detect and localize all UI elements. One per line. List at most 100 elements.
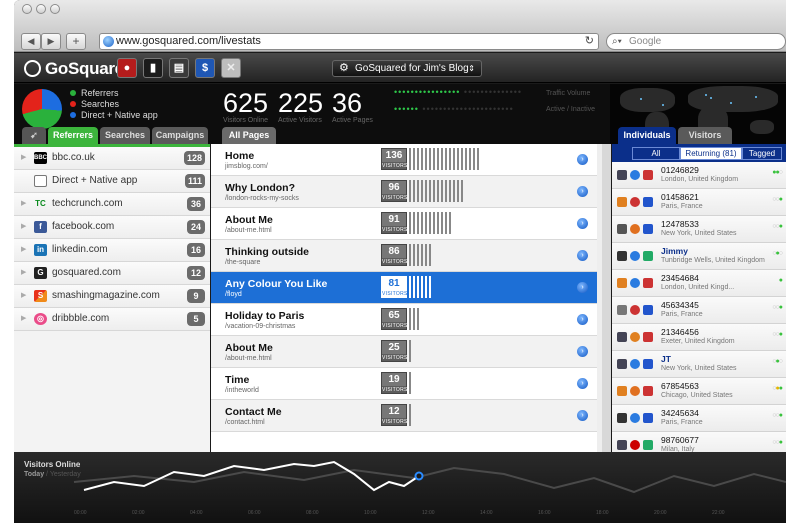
referrer-row[interactable]: ▶ f facebook.com 24 xyxy=(14,216,210,239)
flag-icon xyxy=(643,305,653,315)
page-row-partial[interactable] xyxy=(211,432,597,452)
referrer-row[interactable]: ▶ ◎ dribbble.com 5 xyxy=(14,308,210,331)
arrow-right-icon[interactable]: › xyxy=(577,186,588,197)
filter-returning[interactable]: Returning (81) xyxy=(680,147,742,160)
individual-id: 23454684 xyxy=(661,273,699,283)
expand-arrow-icon[interactable]: ▶ xyxy=(21,153,26,161)
os-icon xyxy=(617,332,627,342)
page-row[interactable]: Home jimsblog.com/136 VISITORS › xyxy=(211,144,597,176)
arrow-right-icon[interactable]: › xyxy=(577,250,588,261)
bird-icon: ➹ xyxy=(30,130,38,140)
expand-arrow-icon[interactable]: ▶ xyxy=(21,314,26,322)
tab-visitors[interactable]: Visitors xyxy=(678,127,732,144)
close-app-icon[interactable]: ✕ xyxy=(221,58,241,78)
legend-referrers: Referrers xyxy=(70,88,119,98)
page-row[interactable]: Thinking outside/the-square 86 VISITORS › xyxy=(211,240,597,272)
individual-row[interactable]: JT New York, United States ○●○ xyxy=(612,351,786,378)
tab-individuals[interactable]: Individuals xyxy=(618,127,676,144)
arrow-right-icon[interactable]: › xyxy=(577,346,588,357)
individual-id: 12478533 xyxy=(661,219,699,229)
individuals-panel: All Returning (81) Tagged 01246829 London… xyxy=(612,144,786,452)
collapse-tab[interactable]: ➹ xyxy=(22,127,46,144)
tab-searches[interactable]: Searches xyxy=(100,127,150,144)
individual-location: Paris, France xyxy=(661,311,703,318)
arrow-right-icon[interactable]: › xyxy=(577,218,588,229)
visitors-graph-svg xyxy=(73,460,786,494)
individuals-filter-bar: All Returning (81) Tagged xyxy=(612,144,786,162)
visitors-online-stat: 625 Visitors Online xyxy=(223,88,268,124)
individual-row[interactable]: 34245634 Paris, France ○○● xyxy=(612,405,786,432)
cash-app-icon[interactable]: $ xyxy=(195,58,215,78)
globe-icon xyxy=(103,36,114,47)
individual-location: New York, United States xyxy=(661,230,737,237)
filter-all[interactable]: All xyxy=(632,147,680,160)
arrow-right-icon[interactable]: › xyxy=(577,282,588,293)
dribbble-icon: ◎ xyxy=(34,313,47,325)
individual-row[interactable]: 98760677 Milan, Italy ○○● xyxy=(612,432,786,452)
referrer-row[interactable]: ▶ BBC bbc.co.uk 128 xyxy=(14,147,210,170)
arrow-right-icon[interactable]: › xyxy=(577,378,588,389)
expand-arrow-icon[interactable]: ▶ xyxy=(21,222,26,230)
referrer-row[interactable]: Direct + Native app 111 xyxy=(14,170,210,193)
address-bar[interactable]: www.gosquared.com/livestats ↻ xyxy=(99,33,599,50)
expand-arrow-icon[interactable]: ▶ xyxy=(21,291,26,299)
record-app-icon[interactable]: ● xyxy=(117,58,137,78)
zoom-window-button[interactable] xyxy=(50,4,60,14)
window-icon xyxy=(34,175,47,187)
individual-row[interactable]: Jimmy Tunbridge Wells, United Kingdom ○●○ xyxy=(612,243,786,270)
visitor-count-badge: 81 VISITORS xyxy=(381,276,408,298)
status-dots-icon: ○○● xyxy=(772,331,783,338)
page-row[interactable]: Why London?/london-rocks-my-socks 96 VISIT… xyxy=(211,176,597,208)
graph-range-toggle[interactable]: Today / Yesterday xyxy=(24,471,81,478)
individual-location: Tunbridge Wells, United Kingdom xyxy=(661,257,765,264)
individual-row[interactable]: 12478533 New York, United States ○○● xyxy=(612,216,786,243)
back-button[interactable]: ◀ xyxy=(21,33,41,50)
flag-icon xyxy=(643,251,653,261)
page-row[interactable]: Time/intheworld 19 VISITORS › xyxy=(211,368,597,400)
individual-row[interactable]: 01246829 London, United Kingdom ●●○ xyxy=(612,162,786,189)
pages-app-icon[interactable]: ▤ xyxy=(169,58,189,78)
minimize-window-button[interactable] xyxy=(36,4,46,14)
active-visitors-value: 225 xyxy=(278,88,324,118)
visitor-count-badge: 136 VISITORS xyxy=(381,148,408,170)
traffic-volume-label: Traffic Volume xyxy=(546,90,591,97)
individual-row[interactable]: 21346456 Exeter, United Kingdom ○○● xyxy=(612,324,786,351)
close-window-button[interactable] xyxy=(22,4,32,14)
arrow-right-icon[interactable]: › xyxy=(577,314,588,325)
referrers-list: ▶ BBC bbc.co.uk 128 Direct + Native app 111 … xyxy=(14,144,210,452)
individual-row[interactable]: 01458621 Paris, France ○○● xyxy=(612,189,786,216)
reload-icon[interactable]: ↻ xyxy=(585,34,594,49)
individual-row[interactable]: 23454684 London, United Kingd... ● xyxy=(612,270,786,297)
visitor-count-badge: 91 VISITORS xyxy=(381,212,408,234)
referrer-row[interactable]: ▶ Ggosquared.com 12 xyxy=(14,262,210,285)
add-bookmark-button[interactable]: + xyxy=(66,33,86,50)
tab-all-pages[interactable]: All Pages xyxy=(222,127,276,144)
arrow-right-icon[interactable]: › xyxy=(577,410,588,421)
referrer-count: 111 xyxy=(184,174,205,188)
referrer-row[interactable]: ▶ in linkedin.com 16 xyxy=(14,239,210,262)
expand-arrow-icon[interactable]: ▶ xyxy=(21,245,26,253)
visitor-count-badge: 65 VISITORS xyxy=(381,308,408,330)
referrer-row[interactable]: ▶ TC techcrunch.com 36 xyxy=(14,193,210,216)
site-selector[interactable]: ⚙ GoSquared for Jim's Blog ⇕ xyxy=(332,60,482,77)
individual-row[interactable]: 67854563 Chicago, United States ○●● xyxy=(612,378,786,405)
referrer-row[interactable]: ▶ Ssmashingmagazine.com 9 xyxy=(14,285,210,308)
forward-button[interactable]: ▶ xyxy=(41,33,61,50)
expand-arrow-icon[interactable]: ▶ xyxy=(21,268,26,276)
page-row[interactable]: Contact Me/contact.html 12 VISITORS › xyxy=(211,400,597,432)
page-row-selected[interactable]: Any Colour You Like/floyd 81 VISITORS › xyxy=(211,272,597,304)
tab-referrers[interactable]: Referrers xyxy=(48,127,98,144)
individual-row[interactable]: 45634345 Paris, France ○○● xyxy=(612,297,786,324)
tab-campaigns[interactable]: Campaigns xyxy=(152,127,208,144)
filter-tagged[interactable]: Tagged xyxy=(742,147,782,160)
page-row[interactable]: About Me/about-me.html 91 VISITORS › xyxy=(211,208,597,240)
livestats-app-icon[interactable]: ▮ xyxy=(143,58,163,78)
arrow-right-icon[interactable]: › xyxy=(577,154,588,165)
pages-scrollbar[interactable] xyxy=(602,144,611,452)
expand-arrow-icon[interactable]: ▶ xyxy=(21,199,26,207)
search-field[interactable]: ⌕▾ Google xyxy=(606,33,786,50)
back-arrow-icon: ◀ xyxy=(27,36,35,46)
page-row[interactable]: About Me/about-me.html 25 VISITORS › xyxy=(211,336,597,368)
page-row[interactable]: Holiday to Paris/vacation-09-christmas 65… xyxy=(211,304,597,336)
os-icon xyxy=(617,278,627,288)
